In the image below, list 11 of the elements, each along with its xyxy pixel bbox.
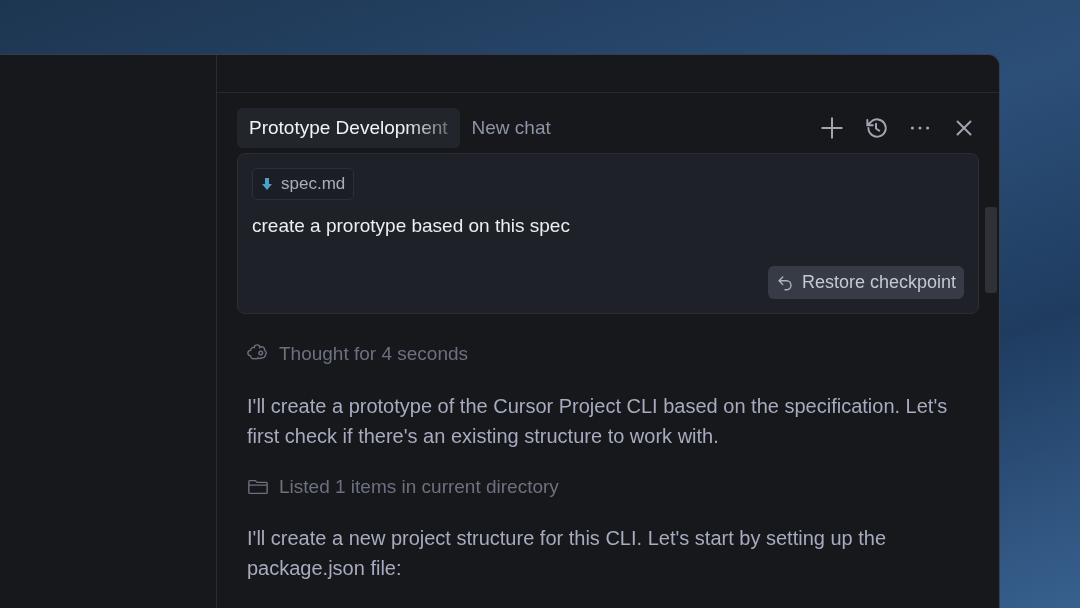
scrollbar[interactable] [985,207,997,293]
message-text: create a prorotype based on this spec [252,213,571,238]
response-paragraph: I'll create a prototype of the Cursor Project CLI based on the specification. Let's first check if there's an existing structure to work with. [247,393,949,449]
response-paragraph: I'll create a new project structure for this CLI. Let's start by setting up the package.json file: [247,526,888,581]
file-chip[interactable]: spec.md [252,168,355,200]
restore-checkpoint-button[interactable]: Restore checkpoint [767,266,964,299]
chat-tab[interactable]: Prototype Development [237,107,460,149]
chat-tab[interactable]: New chat [459,107,563,149]
undo-icon [775,273,794,292]
status-text: Listed 1 items in current directory [279,474,559,499]
status-text: Thought for 4 seconds [279,342,469,366]
